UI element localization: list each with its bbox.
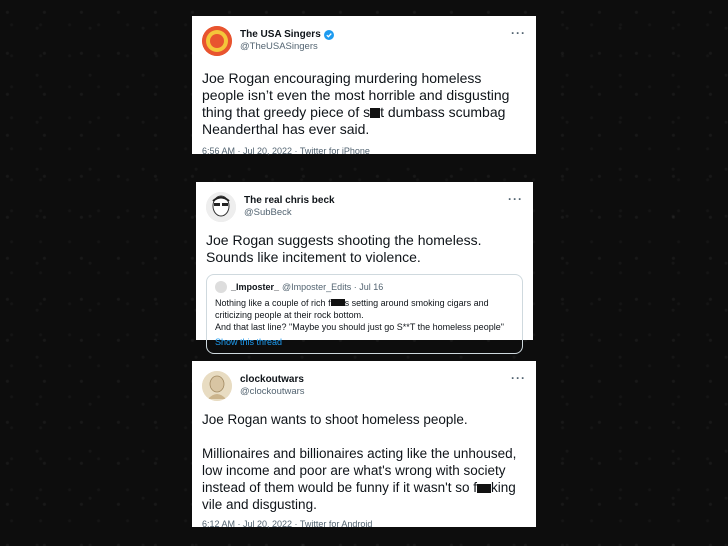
redaction-bar bbox=[370, 108, 381, 118]
tweet-text: Joe Rogan suggests shooting the homeless… bbox=[206, 232, 486, 265]
redaction-bar bbox=[330, 299, 345, 306]
display-name[interactable]: The USA Singers bbox=[240, 29, 334, 41]
more-options-icon[interactable]: ··· bbox=[511, 371, 526, 385]
show-thread-link[interactable]: Show this thread bbox=[215, 337, 514, 347]
redaction-bar bbox=[476, 484, 491, 493]
tweet-timestamp[interactable]: 6:56 AM · Jul 20, 2022 · Twitter for iPh… bbox=[202, 146, 526, 156]
quoted-tweet-text: Nothing like a couple of rich fs setting… bbox=[215, 298, 504, 332]
tweet-card-usasingers[interactable]: The USA Singers @TheUSASingers ··· Joe R… bbox=[192, 16, 536, 156]
quoted-display-name: _Imposter_ bbox=[231, 282, 280, 292]
handle[interactable]: @clockoutwars bbox=[240, 386, 305, 398]
sketch-portrait-icon bbox=[206, 192, 236, 222]
display-name[interactable]: The real chris beck bbox=[244, 195, 335, 207]
avatar[interactable] bbox=[202, 26, 232, 56]
tweet-text: Joe Rogan encouraging murdering homeless… bbox=[202, 70, 514, 137]
tweet-card-subbeck[interactable]: The real chris beck @SubBeck ··· Joe Rog… bbox=[196, 182, 533, 354]
tweet-header: clockoutwars @clockoutwars ··· bbox=[202, 371, 526, 401]
tweet-timestamp[interactable]: 6:12 AM · Jul 20, 2022 · Twitter for And… bbox=[202, 519, 526, 529]
handle[interactable]: @SubBeck bbox=[244, 207, 335, 219]
tweet-header: The USA Singers @TheUSASingers ··· bbox=[202, 26, 526, 56]
more-options-icon[interactable]: ··· bbox=[511, 26, 526, 40]
verified-badge-icon bbox=[323, 30, 334, 40]
display-name[interactable]: clockoutwars bbox=[240, 374, 305, 386]
quoted-tweet-header: _Imposter_ @Imposter_Edits · Jul 16 bbox=[215, 281, 514, 293]
quoted-handle-date: @Imposter_Edits · Jul 16 bbox=[282, 282, 384, 292]
illustrated-portrait-icon bbox=[202, 371, 232, 401]
quoted-tweet[interactable]: _Imposter_ @Imposter_Edits · Jul 16 Noth… bbox=[206, 274, 523, 354]
tweet-header: The real chris beck @SubBeck ··· bbox=[206, 192, 523, 222]
tweet-text: Joe Rogan wants to shoot homeless people… bbox=[202, 412, 520, 512]
handle[interactable]: @TheUSASingers bbox=[240, 41, 334, 53]
avatar[interactable] bbox=[202, 371, 232, 401]
more-options-icon[interactable]: ··· bbox=[508, 192, 523, 206]
quoted-avatar bbox=[215, 281, 227, 293]
tweet-card-clockoutwars[interactable]: clockoutwars @clockoutwars ··· Joe Rogan… bbox=[192, 361, 536, 529]
avatar[interactable] bbox=[206, 192, 236, 222]
usa-singers-logo-icon bbox=[202, 26, 232, 56]
